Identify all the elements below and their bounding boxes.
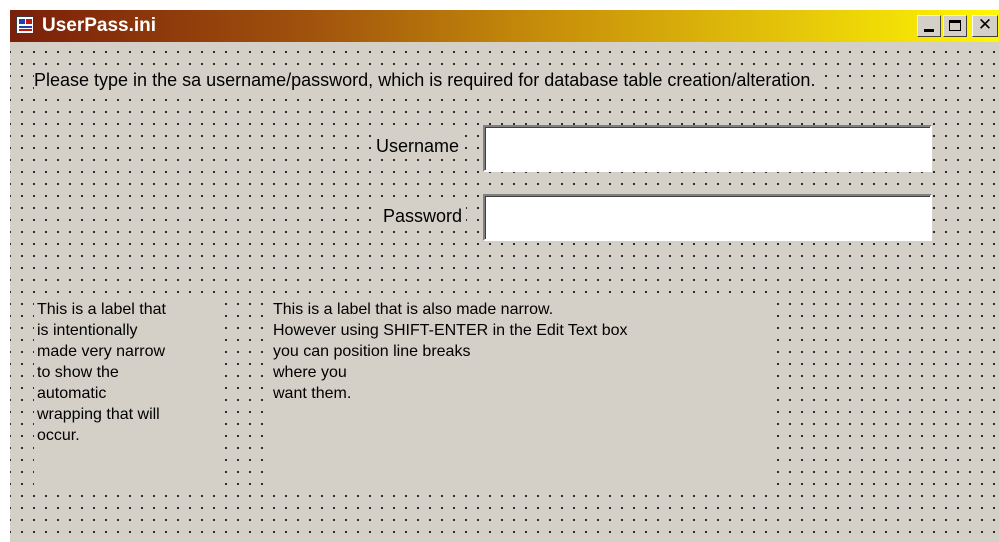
title-bar[interactable]: UserPass.ini ✕ [10,10,999,42]
dialog-window: UserPass.ini ✕ Please type in the sa use… [8,8,999,542]
instruction-label: Please type in the sa username/password,… [34,68,820,92]
username-field[interactable] [483,125,932,172]
minimize-icon [924,29,934,32]
explicit-label-line: you can position line breaks [273,343,471,360]
explicit-label-line: where you [273,364,347,381]
narrow-label-line: to show the [37,364,119,381]
password-field[interactable] [483,194,932,241]
narrow-label-line: is intentionally [37,322,138,339]
form-design-surface: Please type in the sa username/password,… [10,42,999,542]
maximize-button[interactable] [943,15,967,37]
close-button[interactable]: ✕ [972,15,998,37]
narrow-wrapping-label: This is a label that is intentionally ma… [34,299,223,495]
narrow-label-line: automatic [37,385,107,402]
minimize-button[interactable] [917,15,941,37]
password-label: Password [379,204,467,228]
narrow-label-line: made very narrow [37,343,166,360]
window-title: UserPass.ini [42,15,157,36]
explicit-label-line: However using SHIFT-ENTER in the Edit Te… [273,322,628,339]
close-icon: ✕ [977,15,993,35]
maximize-icon [949,20,961,31]
narrow-label-line: wrapping that will [37,406,160,423]
explicit-label-line: This is a label that is also made narrow… [273,301,554,318]
explicit-linebreak-label: This is a label that is also made narrow… [269,299,767,491]
narrow-label-line: This is a label that [37,301,166,318]
explicit-label-line: want them. [273,385,352,402]
narrow-label-line: occur. [37,427,80,444]
username-label: Username [372,134,464,158]
ini-file-icon[interactable] [16,16,34,34]
